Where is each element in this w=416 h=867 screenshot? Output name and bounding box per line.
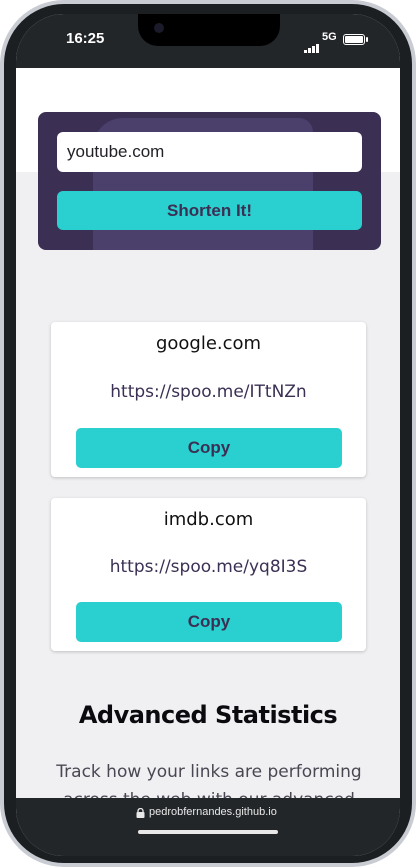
notch — [138, 14, 280, 46]
copy-button[interactable]: Copy — [76, 602, 342, 642]
url-input[interactable] — [57, 132, 362, 172]
status-time: 16:25 — [66, 30, 105, 47]
original-url: google.com — [155, 333, 262, 354]
phone-screen: 16:25 5G Shorten It! google.com https://… — [16, 14, 400, 856]
copy-button[interactable]: Copy — [76, 428, 342, 468]
signal-bars-icon — [304, 34, 320, 53]
short-url: https://spoo.me/ITtNZn — [110, 382, 307, 402]
home-indicator[interactable] — [138, 830, 278, 834]
status-bar: 16:25 5G — [16, 14, 400, 68]
lock-icon — [136, 808, 145, 818]
result-card: imdb.com https://spoo.me/yq8I3S Copy — [51, 498, 366, 651]
shorten-form: Shorten It! — [38, 112, 381, 250]
network-type: 5G — [322, 31, 337, 43]
page-content[interactable]: Shorten It! google.com https://spoo.me/I… — [16, 68, 400, 798]
battery-icon — [343, 34, 368, 45]
front-camera — [154, 23, 164, 33]
shorten-button[interactable]: Shorten It! — [57, 191, 362, 230]
page-url[interactable]: pedrobfernandes.github.io — [149, 806, 277, 818]
result-card: google.com https://spoo.me/ITtNZn Copy — [51, 322, 366, 477]
section-description: Track how your links are performing acro… — [56, 762, 362, 798]
browser-url-bar[interactable]: pedrobfernandes.github.io — [16, 798, 400, 856]
original-url: imdb.com — [163, 509, 254, 530]
short-url: https://spoo.me/yq8I3S — [109, 557, 308, 577]
section-title: Advanced Statistics — [78, 701, 338, 729]
